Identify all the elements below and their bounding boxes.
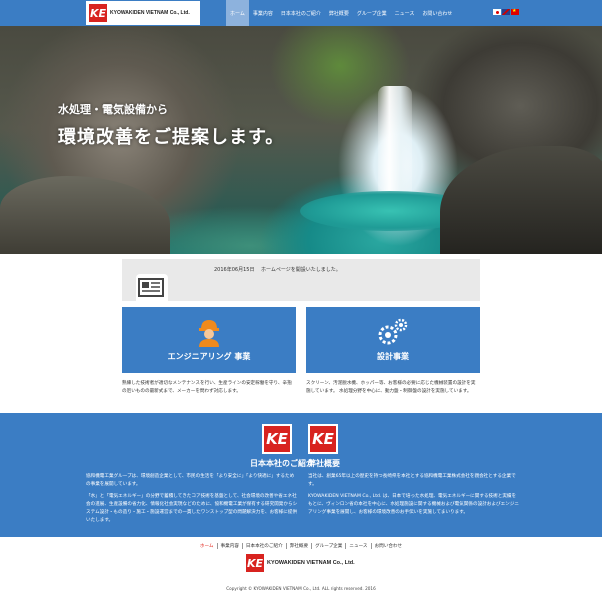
footer-logo-mark: KE bbox=[246, 554, 264, 572]
newspaper-icon bbox=[136, 274, 168, 301]
hero-title: 環境改善をご提案します。 bbox=[58, 127, 285, 148]
logo-text: KYOWAKIDEN VIETNAM Co., Ltd. bbox=[110, 10, 190, 16]
company-overview-paragraph: 当社は、創業65年以上の歴史を持つ長崎県を本社とする協和機電工業株式会社を親会社… bbox=[308, 474, 516, 487]
vietnam-flag-icon[interactable] bbox=[511, 8, 519, 15]
hero-banner: 水処理・電気設備から 環境改善をご提案します。 bbox=[0, 26, 602, 254]
company-overview-title[interactable]: 弊社概要 bbox=[308, 458, 340, 469]
footer-nav: ホーム 事業内容 日本本社のご紹介 弊社概要 グループ企業 ニュース お問い合わ… bbox=[0, 543, 602, 549]
site-logo[interactable]: KE KYOWAKIDEN VIETNAM Co., Ltd. bbox=[86, 1, 200, 25]
company-overview-text: 当社は、創業65年以上の歴史を持つ長崎県を本社とする協和機電工業株式会社を親会社… bbox=[308, 473, 520, 517]
japan-hq-paragraph: 「水」と「電気エネルギー」の分野で蓄積してきたコア技術を基盤として、社会環境の改… bbox=[86, 494, 298, 523]
site-header: KE KYOWAKIDEN VIETNAM Co., Ltd. ホーム 事業内容… bbox=[0, 0, 602, 26]
nav-item-news[interactable]: ニュース bbox=[391, 0, 419, 26]
japan-hq-logo: KE bbox=[262, 424, 292, 454]
news-bar: 2016年06月15日 ホームページを開設いたしました。 bbox=[122, 259, 480, 301]
footer-logo-text: KYOWAKIDEN VIETNAM Co., Ltd. bbox=[267, 560, 355, 566]
copyright-text: Copyright © KYOWAKIDEN VIETNAM Co., Ltd.… bbox=[226, 586, 376, 591]
waterfall-image bbox=[378, 86, 412, 196]
engineering-service-description: 熟練した技術者が適切なメンテナンスを行い、生産ラインの安定稼働を守り、辛抱の厄い… bbox=[122, 381, 292, 394]
nav-item-group[interactable]: グループ企業 bbox=[353, 0, 391, 26]
logo-mark: KE bbox=[89, 4, 107, 22]
engineering-service-card[interactable]: エンジニアリング 事業 bbox=[122, 307, 296, 373]
nav-item-company[interactable]: 弊社概要 bbox=[325, 0, 353, 26]
japan-hq-title[interactable]: 日本本社のご紹介 bbox=[250, 458, 314, 469]
gears-icon bbox=[376, 317, 410, 351]
nav-item-home[interactable]: ホーム bbox=[226, 0, 249, 26]
footer-nav-business[interactable]: 事業内容 bbox=[218, 543, 243, 549]
footer-nav-company[interactable]: 弊社概要 bbox=[287, 543, 313, 549]
company-logo-icon: KE bbox=[264, 426, 290, 452]
design-service-card[interactable]: 設計事業 bbox=[306, 307, 480, 373]
news-date: 2016年06月15日 bbox=[214, 267, 255, 273]
japan-flag-icon[interactable] bbox=[493, 9, 501, 15]
footer-nav-contact[interactable]: お問い合わせ bbox=[372, 543, 406, 549]
design-service-description: スクリーン、汚泥脱水機、ホッパー等、お客様の必要に応じた機械装置の設計を実施して… bbox=[306, 381, 476, 394]
nav-item-japan-hq[interactable]: 日本本社のご紹介 bbox=[277, 0, 325, 26]
nav-item-contact[interactable]: お問い合わせ bbox=[418, 0, 456, 26]
company-logo: KE bbox=[308, 424, 338, 454]
company-overview-paragraph: KYOWAKIDEN VIETNAM Co., Ltd. は、日本で培った水処理… bbox=[308, 494, 519, 515]
engineering-service-title: エンジニアリング 事業 bbox=[167, 352, 251, 361]
footer-logo[interactable]: KE KYOWAKIDEN VIETNAM Co., Ltd. bbox=[246, 554, 356, 572]
rock-image-left bbox=[0, 176, 170, 254]
company-logo-icon: KE bbox=[310, 426, 336, 452]
footer-nav-home[interactable]: ホーム bbox=[197, 543, 218, 549]
footer-nav-news[interactable]: ニュース bbox=[346, 543, 372, 549]
japan-hq-text: 協和機電工業グループは、環境創造企業として、市民の生活を「より安全に」「より快適… bbox=[86, 473, 298, 525]
language-switcher bbox=[493, 8, 519, 15]
about-section: KE 日本本社のご紹介 協和機電工業グループは、環境創造企業として、市民の生活を… bbox=[0, 413, 602, 537]
nav-item-business[interactable]: 事業内容 bbox=[249, 0, 277, 26]
footer-nav-group[interactable]: グループ企業 bbox=[312, 543, 347, 549]
news-link[interactable]: ホームページを開設いたしました。 bbox=[261, 266, 341, 273]
main-nav: ホーム 事業内容 日本本社のご紹介 弊社概要 グループ企業 ニュース お問い合わ… bbox=[226, 0, 456, 26]
engineer-icon bbox=[196, 317, 222, 351]
rock-image-right bbox=[440, 146, 602, 254]
design-service-title: 設計事業 bbox=[377, 352, 409, 361]
footer-nav-japan-hq[interactable]: 日本本社のご紹介 bbox=[243, 543, 287, 549]
uk-flag-icon[interactable] bbox=[502, 9, 510, 15]
japan-hq-paragraph: 協和機電工業グループは、環境創造企業として、市民の生活を「より安全に」「より快適… bbox=[86, 474, 295, 487]
hero-subtitle: 水処理・電気設備から bbox=[58, 103, 168, 116]
